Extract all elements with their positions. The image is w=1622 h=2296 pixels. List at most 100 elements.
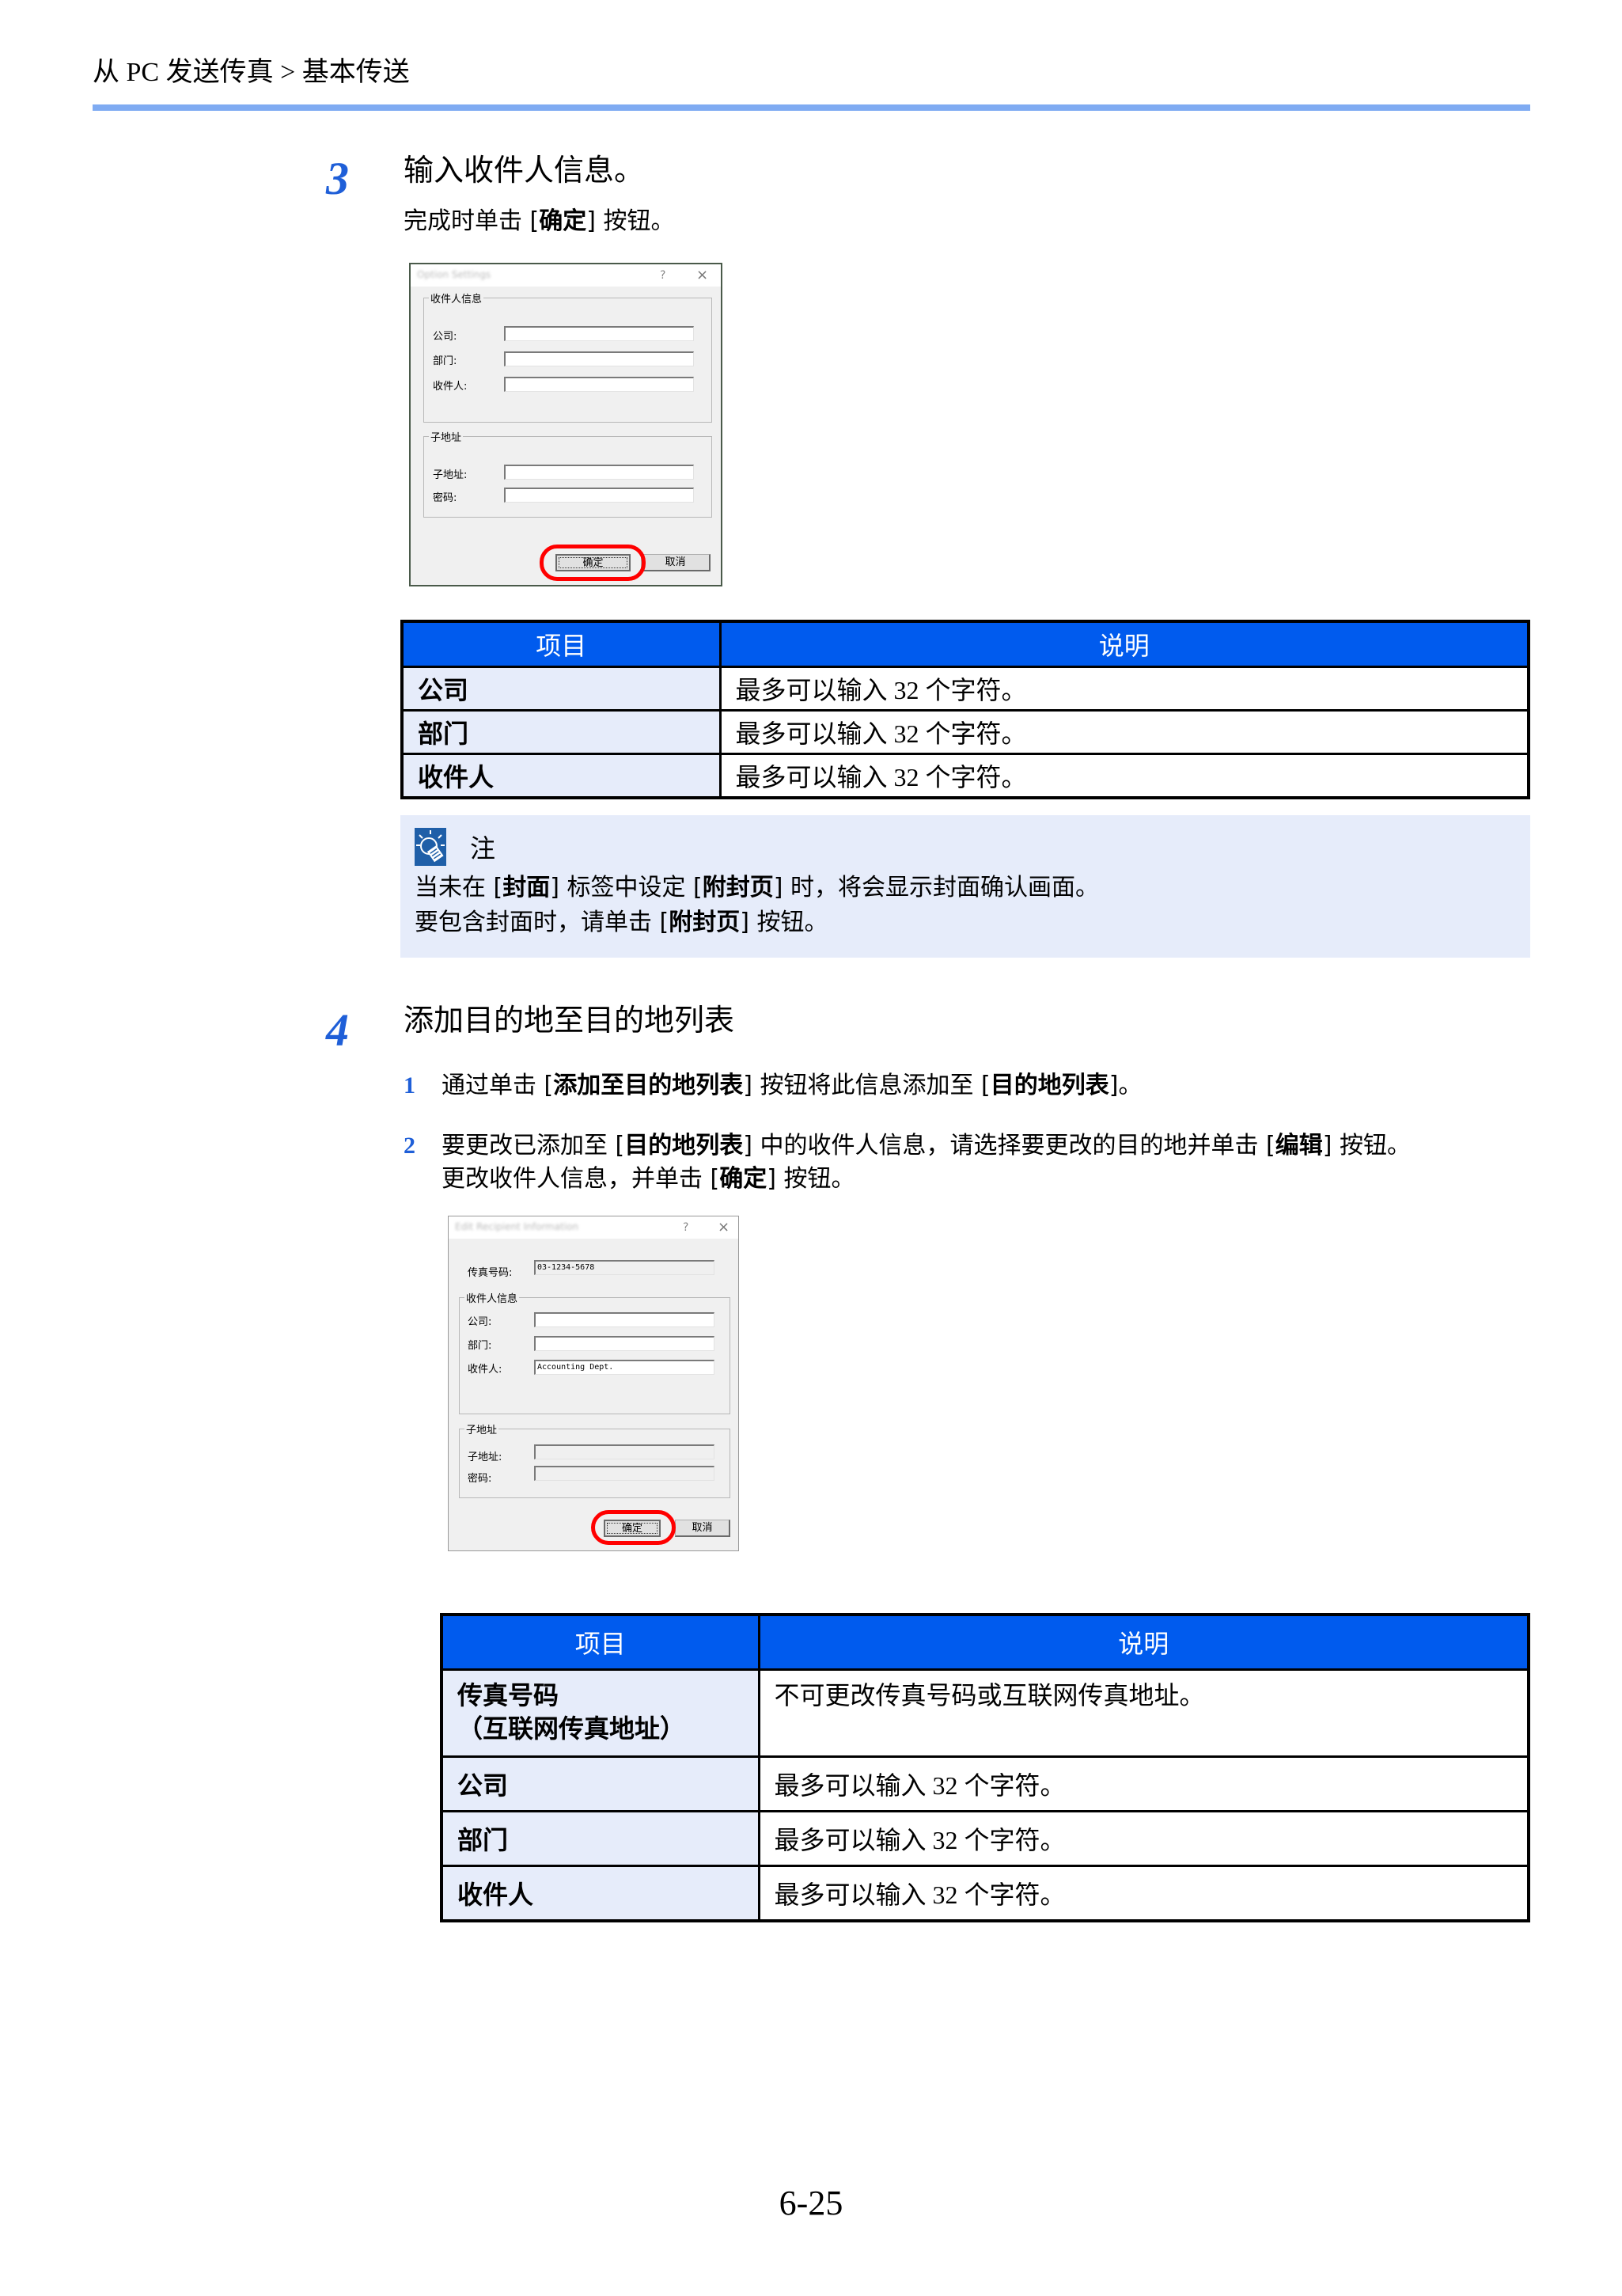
recipient-label: 收件人:	[468, 1364, 502, 1376]
step-3-instruction: 完成时单击 [确定] 按钮。	[404, 206, 675, 237]
dialog-titlebar: Edit Recipient Information ? ×	[449, 1216, 738, 1239]
table-cell-desc: 最多可以输入 32 个字符。	[757, 1810, 1530, 1867]
text: 要更改已添加至 [	[442, 1132, 625, 1159]
header-item: 项目	[440, 1613, 760, 1671]
close-icon[interactable]: ×	[696, 267, 708, 283]
text: 当未在 [	[415, 874, 503, 901]
cancel-button[interactable]: 取消	[675, 1520, 730, 1537]
table-header-row: 项目 说明	[400, 620, 1530, 668]
fax-number-label: 传真号码:	[468, 1267, 513, 1279]
add-to-list-button-ref: 添加至目的地列表	[553, 1072, 744, 1099]
header-description: 说明	[757, 1613, 1530, 1671]
group-legend: 收件人信息	[429, 290, 484, 306]
department-label: 部门:	[468, 1340, 492, 1352]
fax-number-field: 03-1234-5678	[534, 1260, 714, 1275]
substep-1-text: 通过单击 [添加至目的地列表] 按钮将此信息添加至 [目的地列表]。	[442, 1070, 1142, 1102]
note-line-1: 当未在 [封面] 标签中设定 [附封页] 时，将会显示封面确认画面。	[415, 872, 1099, 904]
table-cell-desc: 最多可以输入 32 个字符。	[718, 666, 1530, 712]
group-legend: 子地址	[429, 429, 464, 444]
text: ] 按钮。	[1322, 1132, 1411, 1159]
header-description: 说明	[718, 620, 1530, 668]
attach-cover-ref: 附封页	[702, 874, 774, 901]
table-cell-desc: 最多可以输入 32 个字符。	[757, 1865, 1530, 1922]
company-input[interactable]	[504, 326, 694, 341]
table-cell-desc: 最多可以输入 32 个字符。	[757, 1755, 1530, 1812]
table-header-row: 项目 说明	[440, 1613, 1530, 1671]
substep-2-text-line2: 更改收件人信息，并单击 [确定] 按钮。	[442, 1163, 855, 1195]
step-number-4: 4	[326, 1004, 349, 1056]
header-rule	[93, 104, 1530, 111]
table-cell-desc: 最多可以输入 32 个字符。	[718, 709, 1530, 755]
substep-number-2: 2	[404, 1133, 415, 1159]
note-line-2: 要包含封面时，请单击 [附封页] 按钮。	[415, 907, 828, 939]
table-cell-item: 收件人	[440, 1865, 760, 1922]
table-row: 公司 最多可以输入 32 个字符。	[440, 1755, 1530, 1812]
edit-recipient-dialog: Edit Recipient Information ? × 传真号码: 03-…	[448, 1216, 739, 1551]
lightbulb-icon	[415, 828, 446, 866]
table-row: 收件人 最多可以输入 32 个字符。	[440, 1865, 1530, 1922]
group-legend: 收件人信息	[464, 1290, 520, 1305]
text: 完成时单击 [	[404, 207, 540, 235]
subaddress-label: 子地址:	[468, 1452, 502, 1463]
text: ]。	[1108, 1072, 1143, 1099]
password-input[interactable]	[534, 1466, 714, 1481]
attach-cover-ref: 附封页	[669, 909, 741, 936]
highlight-ring	[540, 545, 646, 581]
ok-button-ref: 确定	[719, 1165, 767, 1193]
ok-button-ref: 确定	[539, 207, 587, 235]
department-input[interactable]	[534, 1336, 714, 1351]
table-row: 部门 最多可以输入 32 个字符。	[440, 1810, 1530, 1867]
company-label: 公司:	[468, 1316, 492, 1328]
department-input[interactable]	[504, 351, 694, 366]
subaddress-label: 子地址:	[433, 469, 468, 481]
text: ] 按钮。	[740, 909, 828, 936]
subaddress-group: 子地址	[459, 1421, 730, 1498]
table-row: 传真号码 （互联网传真地址） 不可更改传真号码或互联网传真地址。	[440, 1668, 1530, 1758]
page-number: 6-25	[779, 2184, 843, 2222]
note-title: 注	[470, 833, 496, 863]
step-3-title: 输入收件人信息。	[404, 153, 645, 188]
recipient-input[interactable]: Accounting Dept.	[534, 1360, 714, 1375]
text: ] 按钮。	[586, 207, 675, 235]
password-input[interactable]	[504, 488, 694, 503]
help-icon[interactable]: ?	[660, 269, 665, 282]
table-row: 收件人 最多可以输入 32 个字符。	[400, 753, 1530, 799]
text: ] 中的收件人信息，请选择要更改的目的地并单击 [	[743, 1132, 1275, 1159]
recipient-input[interactable]	[504, 377, 694, 392]
dialog-titlebar: Option Settings ? ×	[411, 264, 721, 287]
substep-number-1: 1	[404, 1072, 415, 1099]
table-cell-desc: 不可更改传真号码或互联网传真地址。	[757, 1668, 1530, 1758]
table-cell-item: 传真号码 （互联网传真地址）	[440, 1668, 760, 1758]
item-line-2: （互联网传真地址）	[457, 1713, 686, 1744]
company-label: 公司:	[433, 331, 457, 343]
subaddress-input[interactable]	[534, 1444, 714, 1459]
text: ] 时，将会显示封面确认画面。	[773, 874, 1099, 901]
field-description-table: 项目 说明 公司 最多可以输入 32 个字符。 部门 最多可以输入 32 个字符…	[400, 620, 1530, 799]
text: ] 按钮。	[767, 1165, 855, 1193]
cancel-button[interactable]: 取消	[641, 554, 711, 571]
table-cell-item: 公司	[400, 666, 722, 712]
highlight-ring	[591, 1510, 676, 1545]
help-icon[interactable]: ?	[683, 1221, 688, 1234]
table-cell-desc: 最多可以输入 32 个字符。	[718, 753, 1530, 799]
table-row: 公司 最多可以输入 32 个字符。	[400, 666, 1530, 712]
destination-list-ref: 目的地列表	[624, 1132, 744, 1159]
text: 更改收件人信息，并单击 [	[442, 1165, 720, 1193]
substep-2-text: 要更改已添加至 [目的地列表] 中的收件人信息，请选择要更改的目的地并单击 [编…	[442, 1130, 1411, 1162]
edit-button-ref: 编辑	[1275, 1132, 1323, 1159]
department-label: 部门:	[433, 355, 457, 367]
table-cell-item: 部门	[400, 709, 722, 755]
close-icon[interactable]: ×	[718, 1219, 730, 1235]
edit-field-description-table: 项目 说明 传真号码 （互联网传真地址） 不可更改传真号码或互联网传真地址。 公…	[440, 1613, 1530, 1922]
subaddress-input[interactable]	[504, 465, 694, 480]
company-input[interactable]	[534, 1312, 714, 1327]
table-cell-item: 收件人	[400, 753, 722, 799]
text: 通过单击 [	[442, 1072, 554, 1099]
table-cell-item: 部门	[440, 1810, 760, 1867]
breadcrumb: 从 PC 发送传真 > 基本传送	[93, 58, 410, 87]
item-line-1: 传真号码	[457, 1680, 559, 1710]
table-cell-item: 公司	[440, 1755, 760, 1812]
destination-list-ref: 目的地列表	[990, 1072, 1109, 1099]
cover-tab-ref: 封面	[502, 874, 551, 901]
note-box: 注 当未在 [封面] 标签中设定 [附封页] 时，将会显示封面确认画面。 要包含…	[400, 815, 1530, 958]
